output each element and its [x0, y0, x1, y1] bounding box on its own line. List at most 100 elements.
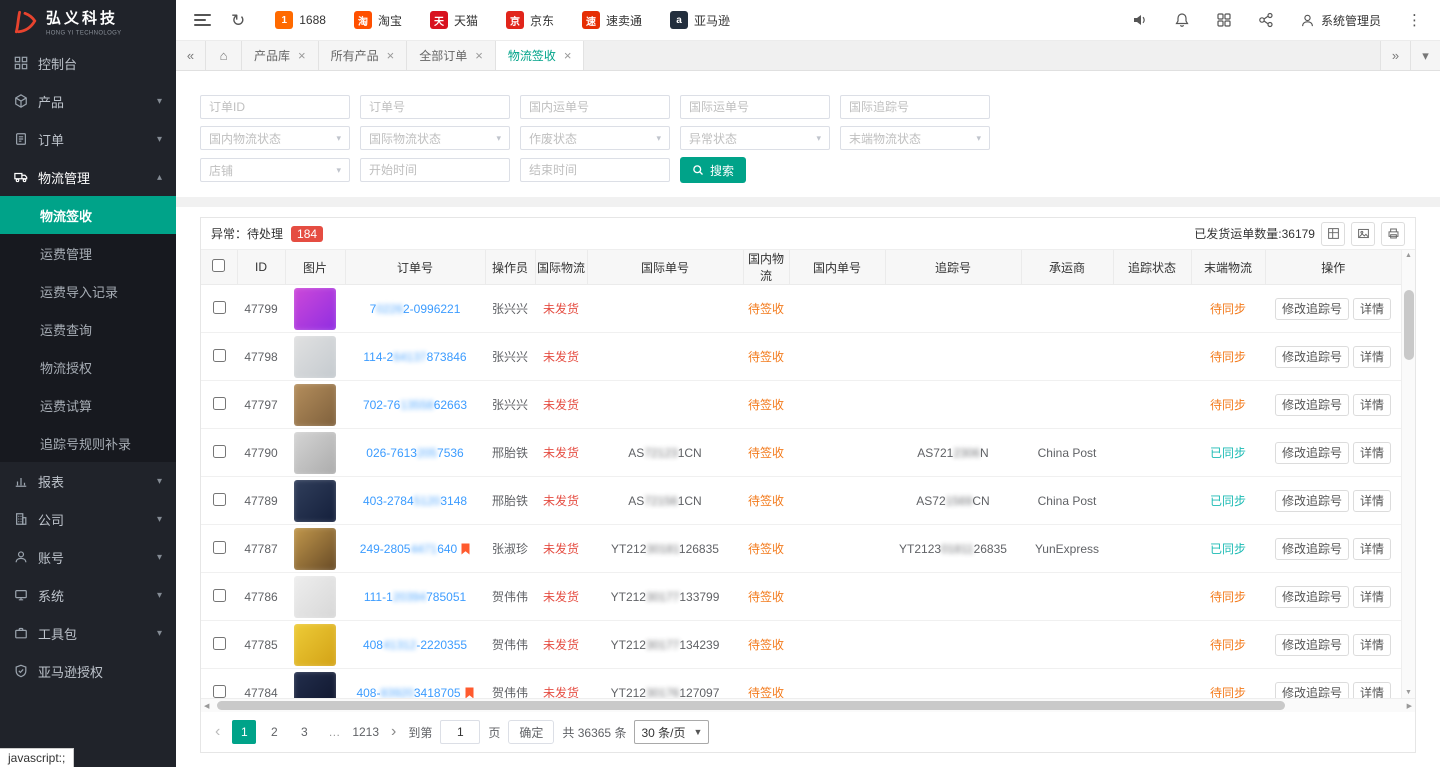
product-thumbnail[interactable] [294, 480, 336, 522]
platform-link-tmall[interactable]: 天天猫 [430, 11, 478, 29]
sidebar-subitem[interactable]: 运费导入记录 [0, 272, 176, 310]
prev-page-button[interactable]: ‹ [211, 723, 224, 741]
sidebar-item-company[interactable]: 公司 ▾ [0, 500, 176, 538]
end-time-input[interactable] [520, 158, 670, 182]
row-checkbox[interactable] [213, 301, 226, 314]
vertical-scrollbar[interactable]: ▲ ▼ [1401, 250, 1415, 698]
scroll-up-arrow[interactable]: ▲ [1405, 252, 1412, 259]
goto-page-input[interactable] [440, 720, 480, 744]
product-thumbnail[interactable] [294, 432, 336, 474]
workbench-grid-icon[interactable] [1216, 12, 1232, 28]
order-number-link[interactable]: 249-28054471640 [360, 542, 457, 556]
platform-link-taobao[interactable]: 淘淘宝 [354, 11, 402, 29]
home-tab[interactable]: ⌂ [206, 41, 242, 70]
share-link-icon[interactable] [1258, 12, 1274, 28]
row-checkbox[interactable] [213, 589, 226, 602]
row-checkbox[interactable] [213, 493, 226, 506]
detail-button[interactable]: 详情 [1353, 538, 1391, 560]
notification-bell-icon[interactable] [1174, 12, 1190, 28]
platform-link-amazon[interactable]: a亚马逊 [670, 11, 730, 29]
start-time-input[interactable] [360, 158, 510, 182]
order-number-link[interactable]: 40841312-2220355 [363, 638, 467, 652]
sidebar-subitem[interactable]: 运费管理 [0, 234, 176, 272]
vertical-scrollbar-thumb[interactable] [1404, 290, 1414, 360]
domestic-waybill-input[interactable] [520, 95, 670, 119]
tab-close-icon[interactable]: × [387, 48, 395, 63]
exception-status-select[interactable]: 异常状态▾ [680, 126, 830, 150]
sidebar-item-system[interactable]: 系统 ▾ [0, 576, 176, 614]
page-button[interactable]: 1213 [352, 720, 379, 744]
detail-button[interactable]: 详情 [1353, 682, 1391, 699]
tab-close-icon[interactable]: × [564, 48, 572, 63]
product-thumbnail[interactable] [294, 528, 336, 570]
tab-close-icon[interactable]: × [298, 48, 306, 63]
modify-tracking-button[interactable]: 修改追踪号 [1275, 490, 1349, 512]
detail-button[interactable]: 详情 [1353, 634, 1391, 656]
modify-tracking-button[interactable]: 修改追踪号 [1275, 442, 1349, 464]
row-checkbox[interactable] [213, 637, 226, 650]
scroll-down-arrow[interactable]: ▼ [1405, 689, 1412, 696]
refresh-icon[interactable]: ↻ [231, 12, 245, 29]
detail-button[interactable]: 详情 [1353, 394, 1391, 416]
intl-status-select[interactable]: 国际物流状态▾ [360, 126, 510, 150]
order-number-link[interactable]: 702262-0996221 [370, 302, 461, 316]
page-button[interactable]: 1 [232, 720, 256, 744]
goto-confirm-button[interactable]: 确定 [508, 720, 554, 744]
order-number-link[interactable]: 702-761355862663 [363, 398, 467, 412]
app-logo[interactable]: 弘义科技 HONG YI TECHNOLOGY [0, 0, 176, 44]
modify-tracking-button[interactable]: 修改追踪号 [1275, 298, 1349, 320]
tab-item[interactable]: 全部订单× [407, 41, 496, 70]
sidebar-item-orders[interactable]: 订单 ▾ [0, 120, 176, 158]
page-button[interactable]: 2 [262, 720, 286, 744]
collapse-menu-icon[interactable] [194, 14, 211, 26]
sidebar-subitem[interactable]: 运费试算 [0, 386, 176, 424]
row-checkbox[interactable] [213, 445, 226, 458]
modify-tracking-button[interactable]: 修改追踪号 [1275, 682, 1349, 699]
next-page-button[interactable]: › [387, 723, 400, 741]
sidebar-subitem[interactable]: 物流签收 [0, 196, 176, 234]
user-menu[interactable]: 系统管理员 [1300, 12, 1381, 29]
detail-button[interactable]: 详情 [1353, 346, 1391, 368]
column-settings-button[interactable] [1321, 222, 1345, 246]
sidebar-subitem[interactable]: 追踪号规则补录 [0, 424, 176, 462]
modify-tracking-button[interactable]: 修改追踪号 [1275, 538, 1349, 560]
shop-select[interactable]: 店铺▾ [200, 158, 350, 182]
sidebar-item-logistics[interactable]: 物流管理 ▴ [0, 158, 176, 196]
sidebar-item-amazon-auth[interactable]: 亚马逊授权 [0, 652, 176, 690]
intl-waybill-input[interactable] [680, 95, 830, 119]
order-number-link[interactable]: 403-278451203148 [363, 494, 467, 508]
export-image-button[interactable] [1351, 222, 1375, 246]
order-number-link[interactable]: 114-264137873846 [363, 350, 466, 364]
modify-tracking-button[interactable]: 修改追踪号 [1275, 586, 1349, 608]
more-menu-icon[interactable]: ⋮ [1407, 11, 1422, 29]
platform-link-alibaba-1688[interactable]: 11688 [275, 11, 326, 29]
domestic-status-select[interactable]: 国内物流状态▾ [200, 126, 350, 150]
detail-button[interactable]: 详情 [1353, 490, 1391, 512]
sidebar-item-dashboard[interactable]: 控制台 [0, 44, 176, 82]
sidebar-subitem[interactable]: 运费查询 [0, 310, 176, 348]
sidebar-item-products[interactable]: 产品 ▾ [0, 82, 176, 120]
intl-tracking-input[interactable] [840, 95, 990, 119]
platform-link-aliexpress[interactable]: 速速卖通 [582, 11, 642, 29]
tab-item[interactable]: 所有产品× [319, 41, 408, 70]
detail-button[interactable]: 详情 [1353, 442, 1391, 464]
exception-count-badge[interactable]: 184 [291, 226, 323, 242]
tabs-menu-button[interactable]: ▾ [1410, 41, 1440, 70]
order-id-input[interactable] [200, 95, 350, 119]
order-no-input[interactable] [360, 95, 510, 119]
select-all-checkbox[interactable] [212, 259, 225, 272]
tab-close-icon[interactable]: × [475, 48, 483, 63]
product-thumbnail[interactable] [294, 576, 336, 618]
product-thumbnail[interactable] [294, 336, 336, 378]
sound-icon[interactable] [1132, 12, 1148, 28]
product-thumbnail[interactable] [294, 384, 336, 426]
row-checkbox[interactable] [213, 685, 226, 698]
order-number-link[interactable]: 026-76132057536 [366, 446, 463, 460]
row-checkbox[interactable] [213, 397, 226, 410]
tabs-scroll-right-button[interactable]: » [1380, 41, 1410, 70]
modify-tracking-button[interactable]: 修改追踪号 [1275, 634, 1349, 656]
per-page-select[interactable]: 30 条/页 ▼ [634, 720, 709, 744]
search-button[interactable]: 搜索 [680, 157, 746, 183]
row-checkbox[interactable] [213, 349, 226, 362]
product-thumbnail[interactable] [294, 288, 336, 330]
